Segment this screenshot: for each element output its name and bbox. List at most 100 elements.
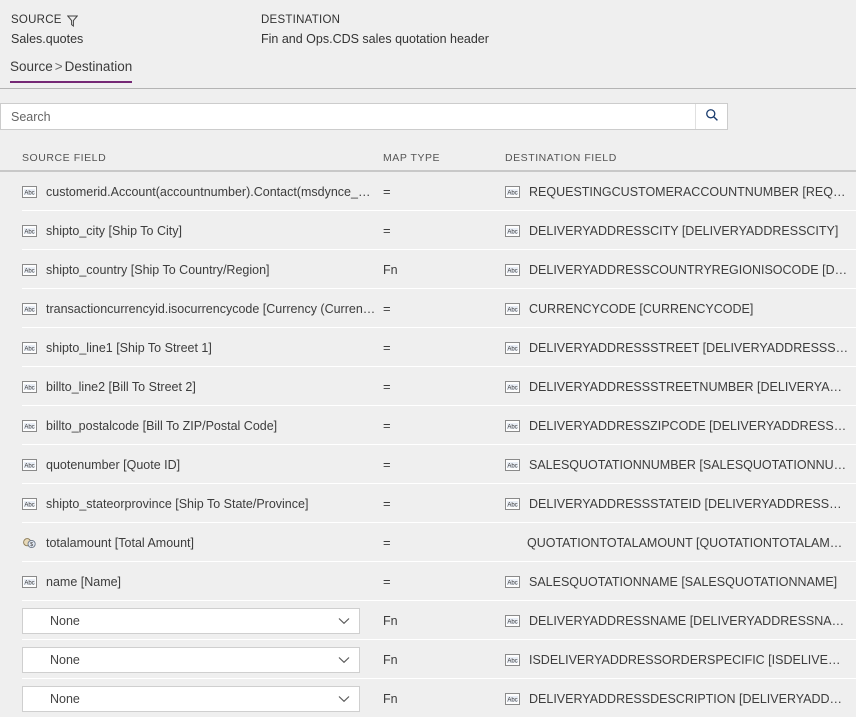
text-field-icon: Abc (505, 692, 520, 705)
destination-field-cell: Abc DELIVERYADDRESSNAME [DELIVERYADDRESSN… (505, 601, 850, 640)
text-field-icon: Abc (22, 419, 37, 432)
svg-text:Abc: Abc (24, 424, 34, 430)
source-field-dropdown[interactable]: None (22, 686, 360, 712)
breadcrumb-destination: Destination (64, 59, 133, 74)
search-input[interactable] (1, 104, 695, 129)
destination-field: Abc CURRENCYCODE [CURRENCYCODE] (505, 302, 753, 316)
table-row[interactable]: None Fn Abc ISDELIVERYADDRESSORDERSPECIFIC … (0, 640, 856, 679)
destination-field-label: DELIVERYADDRESSCITY [DELIVERYADDRESSCITY… (529, 223, 839, 238)
table-row[interactable]: Abc quotenumber [Quote ID] = Abc SALESQUOTAT… (0, 445, 856, 484)
right-edge-gutter (856, 0, 862, 717)
map-type-cell: Fn (383, 640, 498, 679)
field-mapping-page: SOURCE Sales.quotes DESTINATION Fin and … (0, 0, 862, 717)
destination-label-row: DESTINATION (261, 13, 489, 27)
map-type-value: = (383, 379, 391, 394)
table-row[interactable]: None Fn Abc DELIVERYADDRESSNAME [DELIVERYAD… (0, 601, 856, 640)
svg-text:Abc: Abc (507, 619, 517, 625)
source-field-label: quotenumber [Quote ID] (46, 457, 181, 472)
mapping-header: SOURCE Sales.quotes DESTINATION Fin and … (0, 0, 856, 96)
text-field-icon: Abc (505, 575, 520, 588)
map-type-cell: Fn (383, 679, 498, 717)
destination-field-cell: Abc DELIVERYADDRESSSTATEID [DELIVERYADDRE… (505, 484, 850, 523)
source-field-cell: Abc quotenumber [Quote ID] (22, 445, 377, 484)
source-field-cell: Abc shipto_line1 [Ship To Street 1] (22, 328, 377, 367)
source-field-dropdown[interactable]: None (22, 608, 360, 634)
map-type-cell: = (383, 562, 498, 601)
table-row[interactable]: Abc billto_line2 [Bill To Street 2] = Abc DE… (0, 367, 856, 406)
svg-text:Abc: Abc (24, 385, 34, 391)
table-row[interactable]: Abc customerid.Account(accountnumber).Con… (0, 172, 856, 211)
destination-field: Abc DELIVERYADDRESSSTREET [DELIVERYADDRES… (505, 341, 849, 355)
svg-text:Abc: Abc (24, 268, 34, 274)
destination-field-cell: Abc DELIVERYADDRESSCITY [DELIVERYADDRESSC… (505, 211, 850, 250)
table-body: Abc customerid.Account(accountnumber).Con… (0, 172, 856, 717)
source-field-cell: Abc name [Name] (22, 562, 377, 601)
svg-text:Abc: Abc (507, 346, 517, 352)
header-divider (0, 88, 856, 89)
text-field-icon: Abc (22, 185, 37, 198)
map-type-value: = (383, 574, 391, 589)
breadcrumb[interactable]: Source > Destination (10, 58, 133, 83)
text-field-icon: Abc (22, 497, 37, 510)
table-header-row: SOURCE FIELD MAP TYPE DESTINATION FIELD (0, 148, 856, 172)
map-type-value: = (383, 535, 391, 550)
table-row[interactable]: Abc shipto_stateorprovince [Ship To State… (0, 484, 856, 523)
svg-text:Abc: Abc (24, 346, 34, 352)
table-row[interactable]: Abc shipto_country [Ship To Country/Regio… (0, 250, 856, 289)
table-row[interactable]: Abc shipto_line1 [Ship To Street 1] = Abc DE… (0, 328, 856, 367)
text-field-icon: Abc (505, 653, 520, 666)
destination-field: QUOTATIONTOTALAMOUNT [QUOTATIONTOTALAMOU… (505, 536, 847, 550)
table-row[interactable]: Abc name [Name] = Abc SALESQUOTATIONNAME [SA… (0, 562, 856, 601)
destination-field-label: SALESQUOTATIONNAME [SALESQUOTATIONNAME] (529, 574, 838, 589)
source-summary: SOURCE Sales.quotes (11, 13, 83, 47)
filter-icon[interactable] (66, 15, 78, 27)
text-field-icon: Abc (22, 302, 37, 315)
destination-value: Fin and Ops.CDS sales quotation header (261, 32, 489, 46)
table-row[interactable]: Abc shipto_city [Ship To City] = Abc DELIVER… (0, 211, 856, 250)
destination-field-label: DELIVERYADDRESSNAME [DELIVERYADDRESSNAME… (529, 613, 849, 628)
destination-field-cell: Abc DELIVERYADDRESSSTREET [DELIVERYADDRES… (505, 328, 850, 367)
text-field-icon: Abc (505, 224, 520, 237)
table-row[interactable]: Abc billto_postalcode [Bill To ZIP/Postal… (0, 406, 856, 445)
map-type-cell: = (383, 367, 498, 406)
mapping-table: SOURCE FIELD MAP TYPE DESTINATION FIELD … (0, 148, 856, 717)
text-field-icon: Abc (505, 302, 520, 315)
destination-summary: DESTINATION Fin and Ops.CDS sales quotat… (261, 13, 489, 47)
table-row[interactable]: $ totalamount [Total Amount] = QUOTATIONTOT… (0, 523, 856, 562)
column-header-source-field: SOURCE FIELD (22, 152, 107, 164)
svg-text:Abc: Abc (24, 229, 34, 235)
destination-field-cell: Abc DELIVERYADDRESSSTREETNUMBER [DELIVERY… (505, 367, 850, 406)
svg-text:Abc: Abc (507, 229, 517, 235)
map-type-cell: = (383, 172, 498, 211)
svg-text:Abc: Abc (24, 463, 34, 469)
svg-text:Abc: Abc (507, 697, 517, 703)
destination-field: Abc DELIVERYADDRESSSTATEID [DELIVERYADDRE… (505, 497, 849, 511)
text-field-icon: Abc (505, 458, 520, 471)
map-type-cell: = (383, 523, 498, 562)
text-field-icon: Abc (505, 185, 520, 198)
svg-text:Abc: Abc (24, 580, 34, 586)
source-field-dropdown[interactable]: None (22, 647, 360, 673)
destination-field-cell: Abc REQUESTINGCUSTOMERACCOUNTNUMBER [REQU… (505, 172, 850, 211)
source-field-label: shipto_line1 [Ship To Street 1] (46, 340, 212, 355)
map-type-value: = (383, 223, 391, 238)
text-field-icon: Abc (505, 380, 520, 393)
source-field: Abc billto_postalcode [Bill To ZIP/Postal… (22, 419, 277, 433)
destination-field: Abc DELIVERYADDRESSDESCRIPTION [DELIVERYA… (505, 692, 849, 706)
breadcrumb-source: Source (10, 59, 53, 74)
source-field-cell: Abc shipto_country [Ship To Country/Regio… (22, 250, 377, 289)
source-field-cell: $ totalamount [Total Amount] (22, 523, 377, 562)
svg-text:Abc: Abc (507, 268, 517, 274)
text-field-icon: Abc (22, 575, 37, 588)
map-type-value: = (383, 418, 391, 433)
svg-text:Abc: Abc (507, 463, 517, 469)
destination-field-cell: Abc SALESQUOTATIONNUMBER [SALESQUOTATIONN… (505, 445, 850, 484)
table-row[interactable]: Abc transactioncurrencyid.isocurrencycode… (0, 289, 856, 328)
table-row[interactable]: None Fn Abc DELIVERYADDRESSDESCRIPTION [DEL… (0, 679, 856, 717)
source-field: Abc billto_line2 [Bill To Street 2] (22, 380, 196, 394)
source-field: Abc shipto_stateorprovince [Ship To State… (22, 497, 308, 511)
search-button[interactable] (695, 104, 727, 129)
svg-text:Abc: Abc (507, 502, 517, 508)
source-field-cell: Abc customerid.Account(accountnumber).Con… (22, 172, 377, 211)
search-bar (0, 103, 728, 130)
